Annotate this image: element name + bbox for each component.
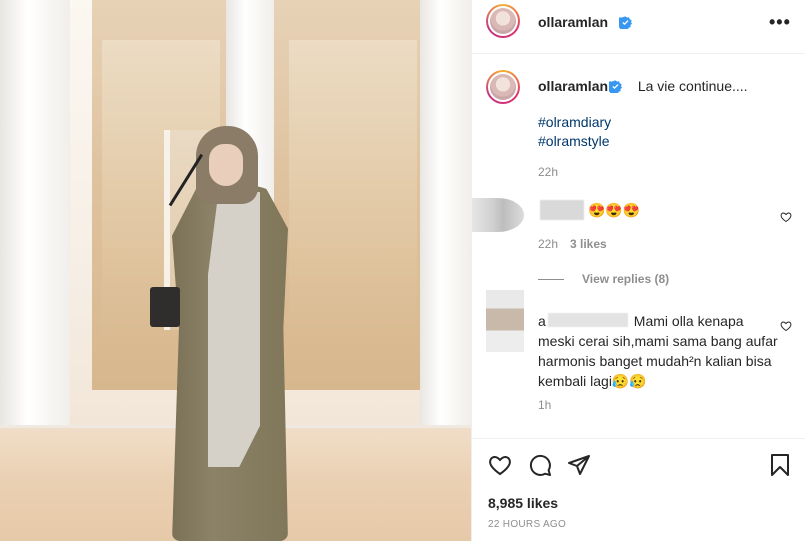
caption-username[interactable]: ollaramlan (538, 78, 608, 94)
instagram-post: ollaramlan ••• ollaramlan La vie continu… (0, 0, 805, 541)
post-photo[interactable] (0, 0, 471, 541)
photo-person (150, 122, 295, 541)
heart-icon[interactable] (780, 211, 792, 223)
photo-column (0, 0, 70, 430)
verified-badge-icon (609, 80, 622, 93)
post-sidebar: ollaramlan ••• ollaramlan La vie continu… (471, 0, 805, 541)
heart-icon[interactable] (780, 320, 792, 332)
comment-icon[interactable] (528, 453, 552, 477)
comment-likes: 3 likes (570, 237, 607, 251)
hashtag-link[interactable]: #olramdiary (538, 114, 611, 130)
share-icon[interactable] (567, 453, 591, 477)
caption-text: La vie continue.... (637, 78, 748, 94)
verified-badge-icon (619, 16, 632, 29)
hashtag-link[interactable]: #olramstyle (538, 133, 610, 149)
caption-time: 22h (538, 165, 559, 179)
photo-column (420, 0, 471, 430)
heart-icon[interactable] (488, 453, 512, 477)
handbag (150, 287, 180, 327)
comment-username[interactable]: a (538, 313, 546, 329)
view-replies-button[interactable]: View replies (8) (582, 272, 669, 286)
comment-time: 22h (538, 237, 559, 251)
post-actions: 8,985 likes 22 HOURS AGO (472, 438, 805, 541)
comment-username-redacted (540, 200, 584, 220)
header-username[interactable]: ollaramlan (538, 14, 608, 30)
likes-count[interactable]: 8,985 likes (488, 495, 558, 511)
post-header: ollaramlan ••• (472, 0, 805, 54)
avatar[interactable] (486, 70, 520, 104)
comment-avatar[interactable] (472, 198, 524, 232)
more-options-icon[interactable]: ••• (769, 12, 791, 33)
comment-username-redacted (548, 313, 628, 327)
bookmark-icon[interactable] (768, 453, 792, 477)
comment-text: 😍😍😍 (588, 202, 641, 218)
comment-time: 1h (538, 398, 552, 412)
avatar[interactable] (486, 4, 520, 38)
comment-avatar[interactable] (486, 290, 524, 352)
post-timestamp: 22 HOURS AGO (488, 519, 567, 530)
caption: ollaramlan La vie continue.... (538, 78, 748, 94)
